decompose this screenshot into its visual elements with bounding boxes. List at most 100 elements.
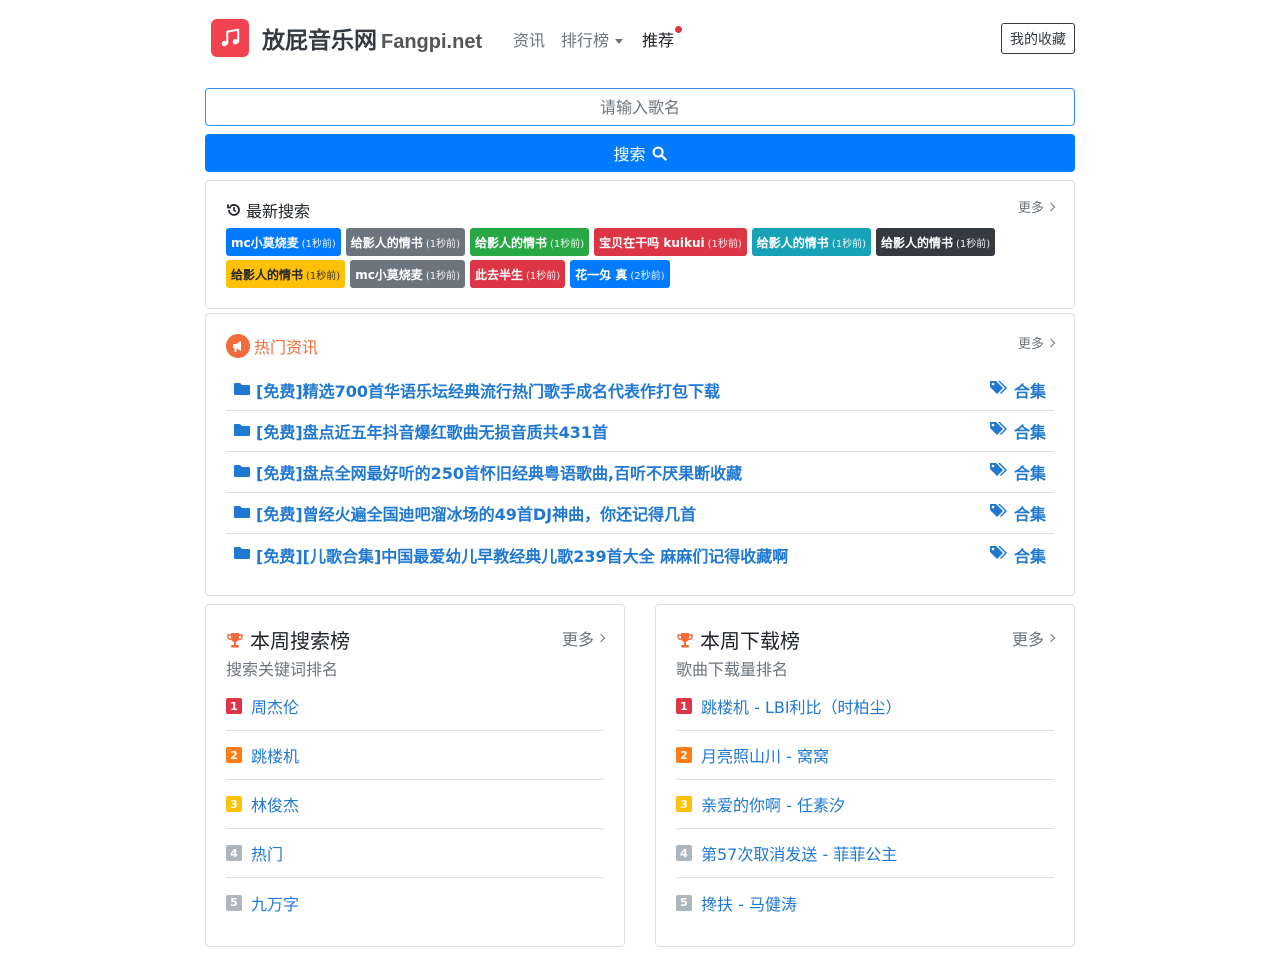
- megaphone-icon: [226, 334, 250, 358]
- search-tag[interactable]: 给影人的情书 (1秒前): [751, 228, 871, 256]
- rank-number-badge: 5: [226, 894, 242, 911]
- folder-icon: [234, 463, 250, 482]
- brand-cn: 放屁音乐网: [262, 28, 377, 54]
- rank-row: 2 月亮照山川 - 窝窝: [676, 731, 1054, 780]
- latest-search-title: 最新搜索: [226, 198, 310, 222]
- rank-link[interactable]: 搀扶 - 马健涛: [701, 891, 797, 915]
- search-button[interactable]: 搜索: [205, 134, 1075, 172]
- weekly-search-subtitle: 搜索关键词排名: [226, 660, 339, 679]
- weekly-search-title: 本周搜索榜: [226, 625, 350, 654]
- news-category[interactable]: 合集: [989, 419, 1046, 443]
- caret-down-icon: [615, 39, 624, 44]
- search-tag-time: (2秒前): [630, 270, 665, 282]
- news-row: [免费]盘点近五年抖音爆红歌曲无损音质共431首 合集: [226, 411, 1054, 452]
- site-header: 放屁音乐网 Fangpi.net 资讯 排行榜 推荐 我的收藏: [205, 18, 1075, 58]
- search-tag[interactable]: mc小莫烧麦 (1秒前): [226, 228, 341, 256]
- favorites-button[interactable]: 我的收藏: [1001, 23, 1075, 54]
- folder-icon: [234, 545, 250, 564]
- search-tag-text: 给影人的情书: [474, 235, 547, 250]
- search-tag[interactable]: 此去半生 (1秒前): [469, 260, 566, 288]
- rank-link[interactable]: 跳楼机 - LBI利比（时柏尘）: [701, 694, 902, 718]
- tags-icon: [989, 380, 1009, 400]
- search-button-label: 搜索: [613, 145, 646, 164]
- search-tag-time: (1秒前): [306, 270, 341, 282]
- nav-charts-label: 排行榜: [561, 31, 610, 50]
- chevron-right-icon: [596, 633, 606, 643]
- latest-tag-list: mc小莫烧麦 (1秒前) 给影人的情书 (1秒前) 给影人的情书 (1秒前) 宝贝在干吗 k…: [226, 228, 1056, 288]
- search-tag-text: 宝贝在干吗 kuikui: [599, 235, 705, 250]
- weekly-download-list: 1 跳楼机 - LBI利比（时柏尘） 2 月亮照山川 - 窝窝 3 亲爱的你啊 - 任素汐…: [676, 682, 1054, 927]
- rank-link[interactable]: 跳楼机: [251, 743, 299, 767]
- notification-dot: [675, 26, 682, 33]
- weekly-download-more-link[interactable]: 更多: [1012, 626, 1056, 650]
- weekly-download-card: 本周下载榜 更多 歌曲下载量排名 1 跳楼机 - LBI利比（时柏尘） 2 月亮照山川…: [655, 604, 1075, 947]
- news-category[interactable]: 合集: [989, 543, 1046, 567]
- tags-icon: [989, 545, 1009, 565]
- weekly-search-more-link[interactable]: 更多: [562, 626, 606, 650]
- site-brand[interactable]: 放屁音乐网 Fangpi.net: [262, 21, 482, 55]
- search-tag[interactable]: 给影人的情书 (1秒前): [226, 260, 346, 288]
- folder-icon: [234, 422, 250, 441]
- search-tag[interactable]: 给影人的情书 (1秒前): [345, 228, 465, 256]
- nav-news[interactable]: 资讯: [513, 27, 545, 51]
- news-link[interactable]: [免费]盘点全网最好听的250首怀旧经典粤语歌曲,百听不厌果断收藏: [234, 460, 742, 484]
- nav-recommend[interactable]: 推荐: [642, 27, 674, 51]
- rank-row: 3 林俊杰: [226, 780, 604, 829]
- news-category-label: 合集: [1013, 505, 1046, 524]
- rank-number-badge: 3: [676, 796, 692, 812]
- weekly-download-subtitle: 歌曲下载量排名: [676, 660, 789, 679]
- hot-news-card: 热门资讯 更多 [免费]精选700首华语乐坛经典流行热门歌手成名代表作打包下载合…: [205, 313, 1075, 596]
- rank-number-badge: 2: [226, 747, 242, 763]
- rank-row: 2 跳楼机: [226, 731, 604, 780]
- news-category[interactable]: 合集: [989, 378, 1046, 402]
- search-tag[interactable]: mc小莫烧麦 (1秒前): [350, 260, 465, 288]
- tags-icon: [989, 421, 1009, 441]
- search-tag[interactable]: 给影人的情书 (1秒前): [469, 228, 590, 256]
- search-input[interactable]: [205, 88, 1075, 126]
- rank-link[interactable]: 九万字: [251, 891, 299, 915]
- news-link[interactable]: [免费][儿歌合集]中国最爱幼儿早教经典儿歌239首大全 麻麻们记得收藏啊: [234, 543, 788, 567]
- weekly-download-title: 本周下载榜: [676, 625, 800, 654]
- search-tag-time: (1秒前): [550, 238, 585, 250]
- search-tag[interactable]: 花一匁 真 (2秒前): [570, 260, 670, 288]
- search-tag-text: mc小莫烧麦: [355, 267, 423, 282]
- news-category-label: 合集: [1013, 464, 1046, 483]
- news-link[interactable]: [免费]曾经火遍全国迪吧溜冰场的49首DJ神曲，你还记得几首: [234, 501, 696, 525]
- news-title: [免费][儿歌合集]中国最爱幼儿早教经典儿歌239首大全 麻麻们记得收藏啊: [256, 546, 789, 566]
- news-category[interactable]: 合集: [989, 501, 1046, 525]
- trophy-icon: [227, 632, 243, 647]
- news-row: [免费]曾经火遍全国迪吧溜冰场的49首DJ神曲，你还记得几首 合集: [226, 493, 1054, 534]
- music-note-icon[interactable]: [211, 19, 249, 57]
- rank-link[interactable]: 亲爱的你啊 - 任素汐: [701, 792, 845, 816]
- news-link[interactable]: [免费]盘点近五年抖音爆红歌曲无损音质共431首: [234, 419, 608, 443]
- news-link[interactable]: [免费]精选700首华语乐坛经典流行热门歌手成名代表作打包下载: [234, 378, 720, 402]
- rank-link[interactable]: 周杰伦: [251, 694, 299, 718]
- search-tag[interactable]: 给影人的情书 (1秒前): [875, 228, 996, 256]
- rank-link[interactable]: 月亮照山川 - 窝窝: [701, 743, 829, 767]
- news-category[interactable]: 合集: [989, 460, 1046, 484]
- rank-row: 1 跳楼机 - LBI利比（时柏尘）: [676, 682, 1054, 731]
- latest-more-link[interactable]: 更多: [1017, 197, 1056, 216]
- search-tag-time: (1秒前): [301, 238, 336, 250]
- news-category-label: 合集: [1013, 423, 1046, 442]
- trophy-icon: [677, 632, 693, 647]
- hot-news-title-text: 热门资讯: [254, 338, 319, 357]
- news-row: [免费]精选700首华语乐坛经典流行热门歌手成名代表作打包下载 合集: [226, 370, 1054, 411]
- rank-row: 5 九万字: [226, 878, 604, 927]
- latest-more-label: 更多: [1017, 201, 1044, 216]
- hot-news-more-label: 更多: [1017, 337, 1044, 352]
- rank-link[interactable]: 林俊杰: [251, 792, 299, 816]
- rank-number-badge: 2: [676, 747, 692, 763]
- search-tag[interactable]: 宝贝在干吗 kuikui (1秒前): [594, 228, 747, 256]
- news-title: [免费]精选700首华语乐坛经典流行热门歌手成名代表作打包下载: [256, 382, 721, 401]
- rank-link[interactable]: 热门: [251, 841, 283, 865]
- rank-row: 1 周杰伦: [226, 682, 604, 731]
- search-tag-time: (1秒前): [831, 238, 866, 250]
- rank-row: 3 亲爱的你啊 - 任素汐: [676, 780, 1054, 829]
- nav-charts[interactable]: 排行榜: [561, 27, 624, 51]
- weekly-search-list: 1 周杰伦 2 跳楼机 3 林俊杰 4 热门 5 九万字: [226, 682, 604, 927]
- rank-link[interactable]: 第57次取消发送 - 菲菲公主: [701, 841, 897, 865]
- search-tag-time: (1秒前): [425, 270, 460, 282]
- search-tag-time: (1秒前): [526, 270, 561, 282]
- hot-news-more-link[interactable]: 更多: [1017, 333, 1056, 352]
